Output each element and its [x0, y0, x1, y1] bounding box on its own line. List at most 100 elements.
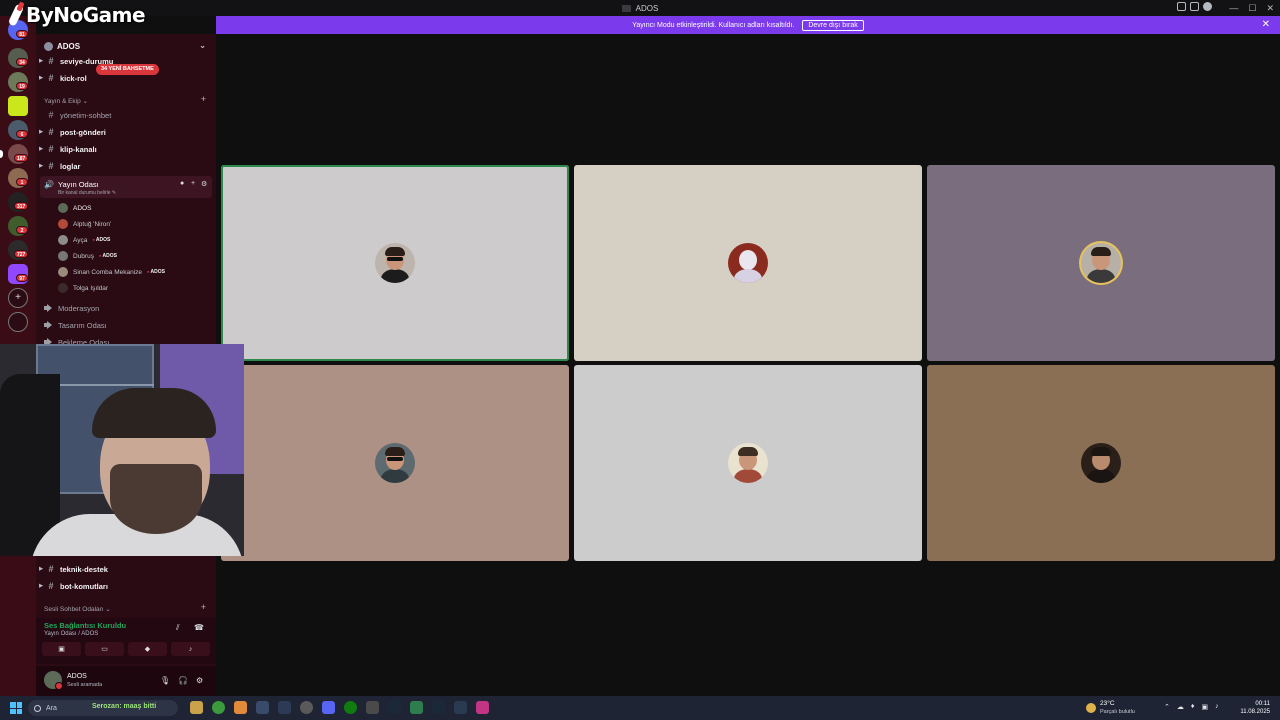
channel-item[interactable]: ▶ # teknik-destek	[36, 562, 216, 576]
disconnect-icon[interactable]: ☎	[194, 623, 204, 632]
participant-tile[interactable]	[221, 365, 569, 561]
voice-user[interactable]: ADOS	[58, 201, 91, 215]
new-mentions-pill[interactable]: 34 YENİ BAHSETME	[96, 64, 159, 75]
inbox-icon[interactable]	[1177, 2, 1186, 11]
channel-item[interactable]: ▶ # klip-kanalı	[36, 142, 216, 156]
hash-icon: #	[48, 127, 54, 137]
channel-item[interactable]: ▶ # loglar	[36, 159, 216, 173]
voice-room-item[interactable]: Moderasyon	[36, 301, 216, 315]
chevron-down-icon[interactable]: ⌄	[199, 41, 206, 50]
avatar-body	[734, 269, 762, 283]
weather-icon	[1086, 703, 1096, 713]
maximize-icon[interactable]: ☐	[1248, 3, 1256, 14]
speaker-icon	[44, 304, 54, 312]
app-icon[interactable]	[300, 701, 313, 714]
channel-item[interactable]: ▶ # post-gönderi	[36, 125, 216, 139]
gear-icon[interactable]: ⚙	[196, 676, 203, 685]
taskbar-search[interactable]: Ara Serozan: maaş bitti	[28, 700, 178, 716]
microphone-icon[interactable]: 🎙	[160, 676, 170, 685]
gear-icon[interactable]: ⚙	[201, 180, 207, 188]
voice-user[interactable]: Dubruş ADOS	[58, 249, 117, 263]
participant-tile[interactable]	[927, 365, 1275, 561]
voice-user[interactable]: Ayça ADOS	[58, 233, 110, 247]
hash-icon: #	[48, 161, 54, 171]
windows-start-icon[interactable]	[10, 702, 22, 714]
activities-icon[interactable]: ◆	[128, 642, 167, 656]
screen-share-icon[interactable]: ▭	[85, 642, 124, 656]
screen-icon[interactable]	[1190, 2, 1199, 11]
mic-tray-icon[interactable]: ♦	[1191, 703, 1195, 711]
volume-icon[interactable]: ♪	[1215, 703, 1219, 711]
help-icon[interactable]	[1203, 2, 1212, 11]
channel-item[interactable]: # yönetim-sohbet	[36, 108, 216, 122]
hash-icon: #	[48, 56, 54, 66]
category-sesli[interactable]: Sesli Sohbet Odaları ⌄	[44, 605, 111, 613]
app-icon[interactable]	[278, 701, 291, 714]
add-server-icon[interactable]: +	[8, 288, 28, 308]
headphones-icon[interactable]: 🎧	[178, 676, 188, 685]
channel-item[interactable]: ▶ # bot-komutları	[36, 579, 216, 593]
active-voice-channel[interactable]: 🔊 Yayın Odası Bir kanal durumu belirle ✎…	[40, 176, 212, 198]
avatar[interactable]	[44, 671, 63, 690]
add-channel-icon[interactable]: +	[201, 602, 206, 612]
cloud-icon[interactable]: ☁	[1177, 703, 1184, 711]
participant-tile[interactable]	[221, 165, 569, 361]
camera-off-icon[interactable]: ▣	[42, 642, 81, 656]
voice-location[interactable]: Yayın Odası / ADOS	[44, 631, 98, 637]
hash-icon: #	[48, 144, 54, 154]
banner-close-icon[interactable]: ✕	[1262, 19, 1270, 30]
avatar-glasses	[387, 457, 403, 461]
category-yayin[interactable]: Yayın & Ekip ⌄	[44, 97, 88, 105]
taskbar-clock[interactable]: 00:11 11.08.2025	[1240, 700, 1270, 716]
discover-icon[interactable]	[8, 312, 28, 332]
hash-icon: #	[48, 110, 54, 120]
steam-icon[interactable]	[432, 701, 445, 714]
discord-icon[interactable]	[322, 701, 335, 714]
channel-label: klip-kanalı	[60, 144, 97, 154]
app-icon[interactable]	[454, 701, 467, 714]
rail-badge: 1	[16, 178, 28, 186]
xbox-icon[interactable]	[344, 701, 357, 714]
chevron-up-icon[interactable]: ⌃	[1164, 703, 1170, 711]
live-tag: ADOS	[147, 269, 165, 275]
voice-user[interactable]: Alptuğ 'Niron'	[58, 217, 111, 231]
chrome-icon[interactable]	[212, 701, 225, 714]
weather-widget[interactable]: 23°C Parçalı bulutlu	[1086, 700, 1135, 716]
voice-user[interactable]: Tolga Işıldar	[58, 281, 108, 295]
app-icon[interactable]	[256, 701, 269, 714]
network-icon[interactable]: ▣	[1201, 703, 1208, 711]
disable-streamer-mode-button[interactable]: Devre dışı bırak	[802, 19, 864, 31]
voice-channel-status[interactable]: Bir kanal durumu belirle ✎	[58, 190, 116, 196]
app-icon[interactable]	[190, 701, 203, 714]
voice-video-grid	[216, 34, 1280, 696]
server-icon[interactable]	[8, 96, 28, 116]
app-icon[interactable]	[366, 701, 379, 714]
app-icon[interactable]	[234, 701, 247, 714]
steam-icon[interactable]	[388, 701, 401, 714]
server-header[interactable]: ADOS ⌄	[36, 38, 216, 54]
minimize-icon[interactable]: —	[1229, 3, 1238, 13]
close-window-icon[interactable]: ✕	[1266, 3, 1274, 14]
channel-label: kick-rol	[60, 73, 87, 83]
server-name: ADOS	[57, 41, 81, 51]
participant-tile[interactable]	[574, 165, 922, 361]
instagram-icon[interactable]	[476, 701, 489, 714]
channel-label: teknik-destek	[60, 564, 108, 574]
participant-tile[interactable]	[927, 165, 1275, 361]
user-status: Sesli aramada	[67, 682, 103, 688]
invite-icon[interactable]: +	[191, 180, 195, 187]
voice-user[interactable]: Sinan Comba Mekanize ADOS	[58, 265, 165, 279]
avatar-head	[739, 250, 757, 270]
app-icon[interactable]	[410, 701, 423, 714]
soundboard-icon[interactable]: ♪	[171, 642, 210, 656]
voice-connected-label[interactable]: Ses Bağlantısı Kuruldu	[44, 621, 126, 630]
add-channel-icon[interactable]: +	[201, 94, 206, 104]
chat-ticker: Serozan: maaş bitti	[92, 703, 157, 710]
participant-tile[interactable]	[574, 365, 922, 561]
caret-icon: ▶	[39, 163, 43, 169]
voice-room-item[interactable]: Tasarım Odası	[36, 318, 216, 332]
rail-badge: 187	[14, 154, 29, 162]
caret-icon: ▶	[39, 75, 43, 81]
chat-icon[interactable]: ●	[180, 180, 184, 187]
noise-suppression-icon[interactable]: ⫽	[176, 623, 180, 633]
